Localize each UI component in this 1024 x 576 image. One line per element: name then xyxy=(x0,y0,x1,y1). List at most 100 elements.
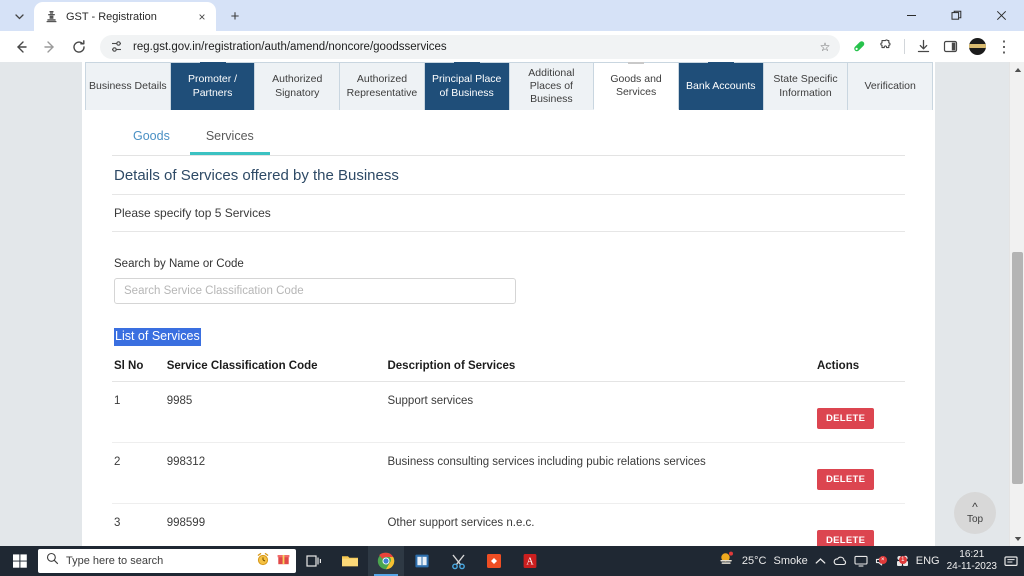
google-chrome-icon[interactable] xyxy=(368,546,404,576)
tab-title: GST - Registration xyxy=(66,10,157,23)
page-content: Goods Services Details of Services offer… xyxy=(82,110,935,546)
cell-description: Other support services n.e.c. xyxy=(385,503,817,546)
wizard-tab-principal-place-of-business[interactable]: Principal Place of Business xyxy=(423,62,510,110)
cell-actions: DELETE xyxy=(816,442,905,504)
windows-start-icon[interactable] xyxy=(2,546,38,576)
browser-toolbar: reg.gst.gov.in/registration/auth/amend/n… xyxy=(0,31,1024,62)
onedrive-icon[interactable] xyxy=(833,555,847,567)
bookmark-star-icon[interactable]: ☆ xyxy=(814,36,836,58)
system-tray: 25°C Smoke × 1 ENG 16:21 24-11-2023 xyxy=(718,549,1024,574)
teams-icon[interactable]: 1 xyxy=(896,555,909,567)
browser-tab[interactable]: GST - Registration × xyxy=(34,2,216,31)
minimize-icon[interactable] xyxy=(889,0,934,31)
more-menu-icon[interactable]: ⋮ xyxy=(991,34,1017,60)
avatar[interactable] xyxy=(964,34,990,60)
alarm-clock-icon[interactable] xyxy=(256,552,270,571)
svg-text:A: A xyxy=(526,557,534,568)
side-panel-icon[interactable] xyxy=(937,34,963,60)
registration-wizard-tabs: Business Details Promoter / Partners Aut… xyxy=(82,62,935,110)
wizard-tab-additional-places-of-business[interactable]: Additional Places of Business xyxy=(508,62,595,110)
tray-expand-chevron-icon[interactable] xyxy=(815,557,826,566)
muted-badge: × xyxy=(878,556,887,564)
display-icon[interactable] xyxy=(854,555,868,567)
wizard-tab-authorized-signatory[interactable]: Authorized Signatory xyxy=(254,62,341,110)
ms-store-icon[interactable] xyxy=(404,546,440,576)
services-table: Sl No Service Classification Code Descri… xyxy=(112,359,905,546)
browser-window: GST - Registration × + reg.gst.gov.in/re… xyxy=(0,0,1024,546)
page-scrollbar[interactable] xyxy=(1009,62,1024,546)
tab-strip: GST - Registration × + xyxy=(0,0,1024,31)
delete-button[interactable]: DELETE xyxy=(816,529,875,546)
table-row: 1 9985 Support services DELETE xyxy=(112,381,905,443)
snipping-tool-icon[interactable] xyxy=(440,546,476,576)
volume-muted-icon[interactable]: × xyxy=(875,555,889,567)
language-indicator[interactable]: ENG xyxy=(916,555,940,567)
close-icon[interactable]: × xyxy=(194,9,210,25)
extensions-puzzle-icon[interactable] xyxy=(873,34,899,60)
wizard-tab-state-specific-information[interactable]: State Specific Information xyxy=(762,62,849,110)
wizard-tab-verification[interactable]: Verification xyxy=(847,62,934,110)
cell-actions: DELETE xyxy=(816,381,905,443)
edge-dev-icon[interactable] xyxy=(476,546,512,576)
subtab-goods[interactable]: Goods xyxy=(117,120,186,155)
cell-sl-no: 3 xyxy=(112,503,165,546)
search-input[interactable] xyxy=(114,278,516,304)
file-explorer-icon[interactable] xyxy=(332,546,368,576)
delete-button[interactable]: DELETE xyxy=(816,468,875,490)
list-of-services-heading: List of Services xyxy=(114,328,201,346)
smoke-sun-icon xyxy=(718,551,735,571)
delete-button[interactable]: DELETE xyxy=(816,407,875,429)
table-body: 1 9985 Support services DELETE 2 998312 … xyxy=(112,381,905,546)
wizard-tab-authorized-representative[interactable]: Authorized Representative xyxy=(339,62,425,110)
reload-icon[interactable] xyxy=(65,33,93,61)
weather-condition[interactable]: Smoke xyxy=(773,555,807,567)
gift-icon[interactable] xyxy=(277,552,290,570)
cell-description: Business consulting services including p… xyxy=(385,442,817,504)
cell-sl-no: 1 xyxy=(112,381,165,443)
cell-service-code: 9985 xyxy=(164,381,386,443)
gst-emblem-icon xyxy=(44,9,59,24)
adobe-reader-icon[interactable]: A xyxy=(512,546,548,576)
teams-badge: 1 xyxy=(898,556,907,564)
goods-services-subtabs: Goods Services xyxy=(112,120,905,156)
new-tab-button[interactable]: + xyxy=(222,3,248,29)
cell-actions: DELETE xyxy=(816,503,905,546)
taskbar-search-placeholder: Type here to search xyxy=(66,555,164,567)
back-icon[interactable] xyxy=(7,33,35,61)
tune-icon[interactable] xyxy=(108,38,125,55)
close-window-icon[interactable] xyxy=(979,0,1024,31)
forward-icon[interactable] xyxy=(36,33,64,61)
search-label: Search by Name or Code xyxy=(114,258,244,270)
clock-date: 24-11-2023 xyxy=(946,561,997,572)
downloads-icon[interactable] xyxy=(910,34,936,60)
taskbar-clock[interactable]: 16:21 24-11-2023 xyxy=(947,549,997,574)
cell-service-code: 998599 xyxy=(164,503,386,546)
scrollbar-thumb[interactable] xyxy=(1012,252,1023,484)
wizard-tab-promoter-partners[interactable]: Promoter / Partners xyxy=(169,62,256,110)
address-bar[interactable]: reg.gst.gov.in/registration/auth/amend/n… xyxy=(100,34,840,59)
scroll-up-icon[interactable] xyxy=(1010,62,1024,77)
taskbar-search-box[interactable]: Type here to search xyxy=(38,549,296,573)
windows-taskbar: Type here to search A 25°C Smoke × 1 ENG… xyxy=(0,546,1024,576)
page-title: Details of Services offered by the Busin… xyxy=(112,156,905,195)
back-to-top-button[interactable]: ^ Top xyxy=(954,492,996,534)
subtab-services[interactable]: Services xyxy=(189,120,270,155)
weather-temperature[interactable]: 25°C xyxy=(742,555,767,567)
table-header-row: Sl No Service Classification Code Descri… xyxy=(112,359,905,382)
cell-service-code: 998312 xyxy=(164,442,386,504)
scroll-down-icon[interactable] xyxy=(1010,531,1024,546)
header-actions: Actions xyxy=(816,359,905,382)
header-sl-no: Sl No xyxy=(112,359,165,382)
notifications-icon[interactable] xyxy=(1004,555,1018,568)
back-to-top-label: Top xyxy=(966,514,984,525)
wizard-tab-business-details[interactable]: Business Details xyxy=(85,62,171,110)
tab-search-icon[interactable] xyxy=(6,3,32,29)
extension-green-icon[interactable] xyxy=(846,34,872,60)
search-section: Search by Name or Code xyxy=(112,232,905,304)
header-description: Description of Services xyxy=(385,359,817,382)
wizard-tab-bank-accounts[interactable]: Bank Accounts xyxy=(677,62,764,110)
task-view-icon[interactable] xyxy=(296,546,332,576)
maximize-icon[interactable] xyxy=(934,0,979,31)
page-subtitle: Please specify top 5 Services xyxy=(112,195,905,232)
wizard-tab-goods-and-services[interactable]: Goods and Services xyxy=(593,62,679,110)
